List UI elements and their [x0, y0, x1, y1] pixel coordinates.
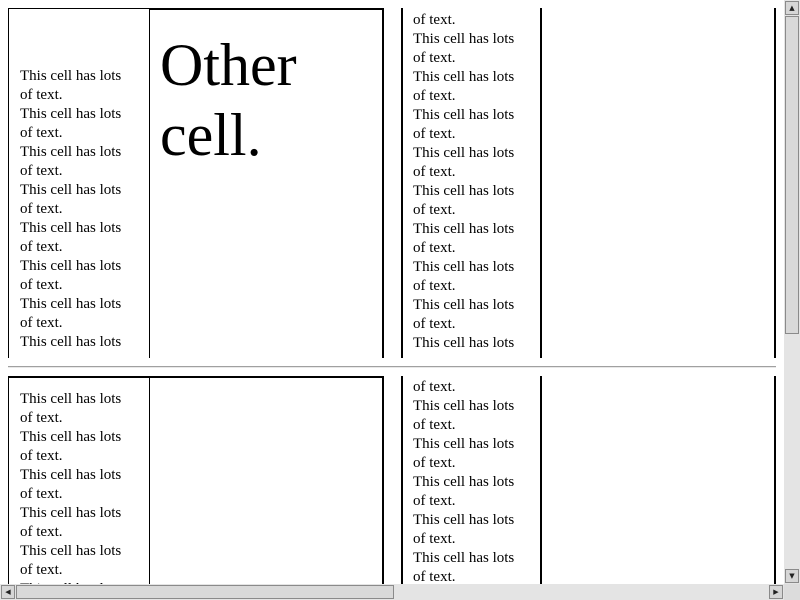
cell-text-line: cell. — [160, 102, 262, 168]
cell-text-line: of text. — [413, 379, 456, 395]
table2-right-edge — [774, 376, 776, 584]
cell-text-line: of text. — [413, 569, 456, 584]
cell-text-line: of text. — [413, 164, 456, 180]
cell-text-line: of text. — [413, 316, 456, 332]
cell-text-line: of text. — [413, 278, 456, 294]
cell-text-line: of text. — [413, 50, 456, 66]
cell-text-line: This cell has lots — [413, 297, 515, 313]
cell-text-line: of text. — [413, 493, 456, 509]
cell-text-line: This cell has lots — [20, 391, 122, 407]
cell-text-line: Other — [160, 32, 297, 98]
scroll-up-icon[interactable]: ▲ — [785, 1, 799, 15]
cell-text-line: of text. — [413, 126, 456, 142]
cell-text-line: This cell has lots — [413, 550, 515, 566]
cell-text-line: This cell has lots — [413, 335, 515, 351]
cell-text-line: of text. — [20, 201, 63, 217]
vertical-scrollbar[interactable]: ▲ ▼ — [784, 0, 800, 584]
cell-text-line: This cell has lots — [20, 296, 122, 312]
page-viewport: This cell has lots of text. This cell has … — [0, 0, 784, 584]
cell-text-line: of text. — [20, 125, 63, 141]
table1-cell-a: This cell has lots of text. This cell has … — [8, 8, 149, 358]
cell-text-line: of text. — [413, 455, 456, 471]
table2-cell-a: This cell has lots of text. This cell has … — [8, 376, 149, 584]
cell-text-line: This cell has lots — [413, 69, 515, 85]
cell-text-line: This cell has lots — [20, 258, 122, 274]
cell-text-line: This cell has lots — [20, 429, 122, 445]
table1-cell-b: Other cell. — [149, 8, 384, 358]
cell-text-line: of text. — [20, 163, 63, 179]
cell-text-line: This cell has lots — [413, 436, 515, 452]
horizontal-scrollbar[interactable]: ◀ ▶ — [0, 584, 784, 600]
cell-text-line: This cell has lots — [413, 31, 515, 47]
cell-text-line: of text. — [20, 410, 63, 426]
cell-text-line: of text. — [413, 12, 456, 28]
cell-text-line: of text. — [20, 448, 63, 464]
cell-text-line: This cell has lots — [20, 334, 122, 350]
scroll-right-icon[interactable]: ▶ — [769, 585, 783, 599]
cell-text-line: This cell has lots — [413, 221, 515, 237]
horizontal-rule — [8, 366, 776, 368]
cell-text-line: This cell has lots — [20, 144, 122, 160]
cell-text-line: This cell has lots — [413, 474, 515, 490]
scroll-down-icon[interactable]: ▼ — [785, 569, 799, 583]
cell-text-line: This cell has lots — [413, 145, 515, 161]
cell-text-line: This cell has lots — [413, 259, 515, 275]
cell-text-line: of text. — [413, 88, 456, 104]
cell-text-line: of text. — [20, 277, 63, 293]
cell-text-line: of text. — [20, 315, 63, 331]
cell-text-line: of text. — [20, 239, 63, 255]
cell-text-line: This cell has lots — [413, 183, 515, 199]
cell-text-line: of text. — [413, 240, 456, 256]
table2-cell-b — [149, 376, 384, 584]
cell-text-line: of text. — [413, 202, 456, 218]
cell-text-line: This cell has lots — [20, 543, 122, 559]
cell-text-line: of text. — [20, 562, 63, 578]
vertical-scroll-thumb[interactable] — [785, 16, 799, 334]
horizontal-scroll-thumb[interactable] — [16, 585, 394, 599]
table1-right-edge — [774, 8, 776, 358]
cell-text-line: This cell has lots — [413, 107, 515, 123]
cell-text-line: of text. — [20, 486, 63, 502]
table1-cell-c: of text. This cell has lots of text. This c… — [401, 8, 542, 358]
cell-text-line: This cell has lots — [20, 505, 122, 521]
cell-text-line: This cell has lots — [413, 398, 515, 414]
scroll-left-icon[interactable]: ◀ — [1, 585, 15, 599]
cell-text-line: of text. — [20, 87, 63, 103]
cell-text-line: This cell has lots — [20, 220, 122, 236]
cell-text-line: This cell has lots — [20, 182, 122, 198]
scrollbar-corner — [784, 584, 800, 600]
cell-text-line: of text. — [413, 531, 456, 547]
cell-text-line: of text. — [20, 524, 63, 540]
cell-text-line: This cell has lots — [20, 68, 122, 84]
cell-text-line: of text. — [413, 417, 456, 433]
cell-text-line: This cell has lots — [20, 106, 122, 122]
cell-text-line: This cell has lots — [20, 467, 122, 483]
cell-text-line: This cell has lots — [413, 512, 515, 528]
table2-cell-c: of text. This cell has lots of text. This c… — [401, 376, 542, 584]
